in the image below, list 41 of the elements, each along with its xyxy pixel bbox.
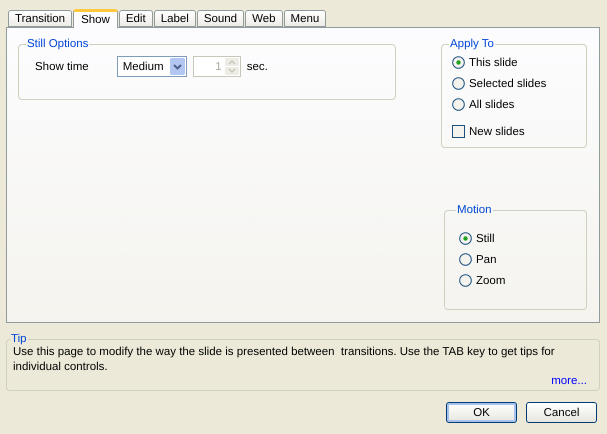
tab[interactable]: Sound bbox=[196, 10, 244, 27]
radio-button[interactable] bbox=[459, 232, 472, 245]
show-time-dropdown[interactable]: Medium bbox=[116, 56, 187, 77]
radio-option[interactable]: Pan bbox=[459, 249, 572, 270]
tab[interactable]: Transition bbox=[8, 10, 72, 27]
radio-button[interactable] bbox=[459, 253, 472, 266]
group-title: Motion bbox=[457, 204, 492, 216]
chevron-down-icon bbox=[170, 58, 185, 75]
group-title: Still Options bbox=[27, 38, 88, 50]
radio-option[interactable]: This slide bbox=[452, 52, 576, 73]
tab[interactable]: Label bbox=[154, 10, 196, 27]
radio-button[interactable] bbox=[452, 77, 465, 90]
group-title: Tip bbox=[11, 333, 27, 345]
checkbox-label: New slides bbox=[469, 126, 525, 138]
radio-option[interactable]: Selected slides bbox=[452, 73, 576, 94]
tip-text: Use this page to modify the way the slide is presented between transitions. Use the TAB key to get tips for individual controls. bbox=[13, 345, 556, 375]
radio-label: Selected slides bbox=[469, 78, 546, 90]
tab[interactable]: Edit bbox=[118, 10, 153, 27]
tab[interactable]: Menu bbox=[284, 10, 326, 27]
field-label: Show time bbox=[35, 60, 89, 72]
tab[interactable]: Show bbox=[73, 9, 118, 28]
radio-option[interactable]: Still bbox=[459, 228, 572, 249]
radio-option[interactable]: All slides bbox=[452, 94, 576, 115]
radio-label: Zoom bbox=[476, 274, 506, 286]
spinner-arrows-icon bbox=[224, 58, 239, 75]
tab[interactable]: Web bbox=[245, 10, 283, 27]
more-link[interactable]: more... bbox=[13, 375, 587, 387]
radio-option[interactable]: Zoom bbox=[459, 270, 572, 291]
checkbox[interactable] bbox=[452, 125, 465, 138]
radio-button[interactable] bbox=[452, 56, 465, 69]
unit-label: sec. bbox=[246, 60, 268, 72]
radio-label: This slide bbox=[469, 56, 518, 68]
checkbox-option[interactable]: New slides bbox=[452, 121, 576, 142]
radio-label: Pan bbox=[476, 254, 496, 266]
group-title: Apply To bbox=[450, 38, 494, 50]
radio-button[interactable] bbox=[452, 98, 465, 111]
radio-label: All slides bbox=[469, 98, 514, 110]
dialog-button[interactable]: OK bbox=[446, 402, 517, 423]
radio-label: Still bbox=[476, 232, 495, 244]
dialog-button[interactable]: Cancel bbox=[526, 402, 597, 423]
radio-button[interactable] bbox=[459, 274, 472, 287]
